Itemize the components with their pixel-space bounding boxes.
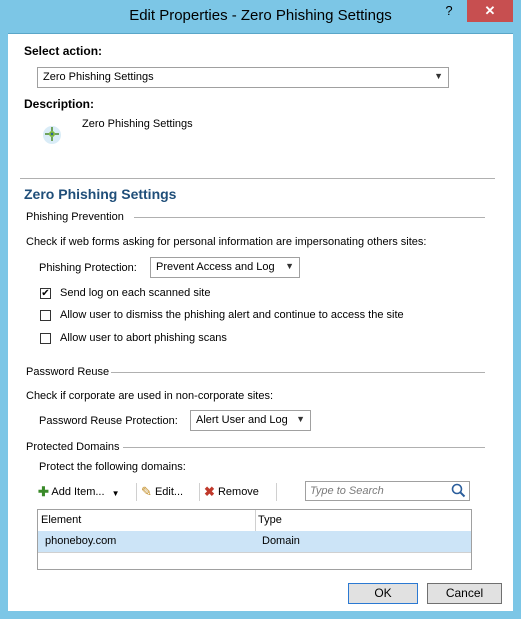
password-reuse-protection-dropdown[interactable]: Alert User and Log ▼ [190, 410, 311, 431]
toolbar-separator [276, 483, 277, 501]
chevron-down-icon: ▼ [296, 414, 305, 424]
section-title: Zero Phishing Settings [24, 186, 177, 202]
cancel-button[interactable]: Cancel [427, 583, 502, 604]
toolbar-separator [199, 483, 200, 501]
chevron-down-icon: ▼ [434, 71, 443, 81]
password-reuse-protection-value: Alert User and Log [196, 414, 288, 426]
password-reuse-protection-label: Password Reuse Protection: [39, 415, 178, 427]
zero-phishing-icon [40, 123, 64, 147]
protected-domains-intro: Protect the following domains: [39, 461, 186, 473]
password-reuse-divider [111, 372, 485, 373]
column-header-type[interactable]: Type [258, 514, 282, 526]
cell-type: Domain [262, 535, 300, 547]
select-action-dropdown[interactable]: Zero Phishing Settings ▼ [37, 67, 449, 88]
remove-icon: ✖ [204, 484, 215, 499]
window-frame-left [0, 33, 8, 611]
phishing-protection-dropdown[interactable]: Prevent Access and Log ▼ [150, 257, 300, 278]
chevron-down-icon: ▼ [111, 489, 120, 498]
allow-abort-checkbox[interactable] [40, 333, 51, 344]
add-item-button[interactable]: ✚ Add Item... ▼ [38, 484, 120, 502]
phishing-prevention-divider [134, 217, 485, 218]
phishing-protection-value: Prevent Access and Log [156, 261, 275, 273]
column-header-element[interactable]: Element [41, 514, 81, 526]
column-divider[interactable] [255, 510, 256, 531]
search-input[interactable]: Type to Search [305, 481, 470, 501]
select-action-label: Select action: [24, 44, 103, 58]
description-text: Zero Phishing Settings [82, 118, 193, 130]
protected-domains-divider [123, 447, 485, 448]
close-button[interactable]: ✕ [467, 0, 513, 22]
password-reuse-intro: Check if corporate are used in non-corpo… [26, 390, 274, 402]
edit-label: Edit... [154, 486, 184, 498]
phishing-prevention-group-label: Phishing Prevention [26, 211, 124, 223]
window-frame-bottom [0, 611, 521, 619]
allow-dismiss-checkbox[interactable] [40, 310, 51, 321]
edit-button[interactable]: ✎ Edit... [141, 484, 183, 502]
ok-button[interactable]: OK [348, 583, 418, 604]
description-label: Description: [24, 97, 95, 111]
remove-label: Remove [217, 486, 259, 498]
search-icon[interactable] [451, 483, 466, 501]
table-header: Element Type [38, 510, 471, 532]
search-placeholder: Type to Search [310, 485, 384, 497]
add-item-label: Add Item... [51, 486, 105, 498]
add-icon: ✚ [38, 484, 49, 499]
allow-abort-label: Allow user to abort phishing scans [60, 332, 227, 344]
title-divider [8, 33, 513, 34]
window-frame-right [513, 33, 521, 611]
phishing-prevention-intro: Check if web forms asking for personal i… [26, 236, 427, 248]
send-log-checkbox[interactable]: ✔ [40, 288, 51, 299]
send-log-label: Send log on each scanned site [60, 287, 211, 299]
phishing-protection-label: Phishing Protection: [39, 262, 137, 274]
allow-dismiss-label: Allow user to dismiss the phishing alert… [60, 309, 404, 321]
cell-element: phoneboy.com [45, 535, 117, 547]
pencil-icon: ✎ [141, 484, 152, 499]
remove-button[interactable]: ✖ Remove [204, 484, 259, 502]
domains-table: Element Type phoneboy.com Domain [37, 509, 472, 570]
section-divider [20, 178, 495, 179]
help-button[interactable]: ? [433, 0, 465, 22]
password-reuse-group-label: Password Reuse [26, 366, 110, 378]
chevron-down-icon: ▼ [285, 261, 294, 271]
select-action-value: Zero Phishing Settings [43, 71, 154, 83]
table-row[interactable]: phoneboy.com Domain [38, 531, 471, 553]
protected-domains-group-label: Protected Domains [26, 441, 120, 453]
toolbar-separator [136, 483, 137, 501]
